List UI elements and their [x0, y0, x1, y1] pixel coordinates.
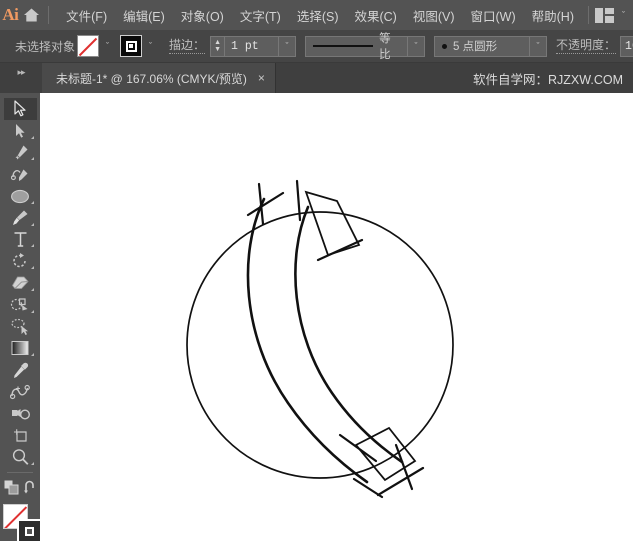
document-tab[interactable]: 未标题-1* @ 167.06% (CMYK/预览) × — [42, 63, 276, 93]
selection-status-label: 未选择对象 — [15, 39, 76, 54]
stroke-weight-stepper[interactable]: ▲ ▼ — [210, 35, 226, 57]
flyout-corner-icon — [30, 157, 34, 161]
tick-upper-left — [246, 191, 285, 217]
paintbrush-tool[interactable] — [4, 207, 37, 229]
artboard-tool[interactable] — [4, 425, 37, 447]
fill-stroke-indicator — [0, 504, 42, 541]
swap-arrow-icon[interactable] — [23, 480, 38, 499]
profile-line-preview-icon — [313, 45, 374, 47]
type-tool[interactable] — [4, 229, 37, 251]
selection-tool[interactable] — [3, 98, 37, 120]
rotate-tool[interactable] — [4, 250, 37, 272]
menu-effect[interactable]: 效果(C) — [346, 1, 404, 30]
options-bar: 未选择对象 ˇ ˇ 描边： ▲ ▼ 1 pt ˇ 等比 ˇ 5 点圆形 ˇ 不透… — [0, 30, 633, 63]
telephone-handset-artwork[interactable] — [40, 93, 633, 541]
menu-view[interactable]: 视图(V) — [405, 1, 463, 30]
brush-definition-chevron-down-icon[interactable]: ˇ — [530, 35, 548, 57]
document-canvas[interactable] — [40, 93, 633, 541]
menu-help[interactable]: 帮助(H) — [524, 1, 582, 30]
menu-bar-right: ˇ — [582, 6, 633, 24]
ai-logo-text: Ai — [2, 5, 19, 24]
watermark-text: 软件自学网：RJZXW.COM — [473, 72, 623, 87]
tick-lower-diag — [376, 466, 425, 497]
direct-selection-tool[interactable] — [4, 120, 37, 142]
flyout-corner-icon — [30, 288, 34, 292]
menu-file[interactable]: 文件(F) — [58, 1, 115, 30]
brush-definition-combo[interactable]: 5 点圆形 — [434, 35, 531, 57]
flyout-corner-icon — [30, 135, 34, 139]
menu-right-divider — [588, 6, 589, 24]
flyout-corner-icon — [30, 462, 34, 466]
flyout-corner-icon — [30, 266, 34, 270]
opacity-input[interactable]: 100 — [620, 35, 633, 57]
stroke-swatch-group: ˇ — [120, 35, 159, 57]
eraser-tool[interactable] — [4, 272, 37, 294]
menu-items: 文件(F) 编辑(E) 对象(O) 文字(T) 选择(S) 效果(C) 视图(V… — [58, 1, 582, 30]
stroke-weight-chevron-down-icon[interactable]: ˇ — [279, 35, 297, 57]
flyout-corner-icon — [30, 353, 34, 357]
close-icon[interactable]: × — [258, 72, 265, 84]
zoom-tool[interactable] — [4, 447, 37, 469]
gradient-tool[interactable] — [4, 338, 37, 360]
ai-logo-icon: Ai — [0, 0, 21, 30]
stroke-profile-control: 等比 ˇ — [305, 33, 426, 61]
document-tab-bar: ▸▸ 未标题-1* @ 167.06% (CMYK/预览) × 软件自学网：RJ… — [0, 63, 633, 93]
menu-bar: Ai 文件(F) 编辑(E) 对象(O) 文字(T) 选择(S) 效果(C) 视… — [0, 0, 633, 30]
handset-outer-arc — [246, 197, 369, 484]
stroke-weight-value[interactable]: 1 pt — [225, 35, 280, 57]
home-icon[interactable] — [21, 0, 42, 30]
stroke-weight-control: ▲ ▼ 1 pt ˇ — [210, 35, 297, 57]
menu-edit[interactable]: 编辑(E) — [115, 1, 173, 30]
workspace-chevron-down-icon[interactable]: ˇ — [622, 10, 625, 20]
illustrator-window: Ai 文件(F) 编辑(E) 对象(O) 文字(T) 选择(S) 效果(C) 视… — [0, 0, 633, 541]
artwork-circle — [186, 211, 454, 479]
stroke-swatch[interactable] — [120, 35, 143, 57]
toolbar-divider — [7, 472, 33, 474]
brush-dot-preview-icon — [442, 43, 448, 49]
curvature-tool[interactable] — [4, 163, 37, 185]
flyout-corner-icon — [30, 222, 34, 226]
flyout-corner-icon — [30, 200, 34, 204]
eyedropper-tool[interactable] — [4, 359, 37, 381]
menu-select[interactable]: 选择(S) — [289, 1, 347, 30]
stroke-weight-label[interactable]: 描边： — [169, 38, 206, 54]
shape-builder-tool[interactable] — [4, 294, 37, 316]
stroke-profile-combo[interactable]: 等比 — [305, 33, 409, 61]
lasso-tool[interactable] — [4, 316, 37, 338]
workspace-layout-icon[interactable] — [595, 7, 614, 23]
flyout-corner-icon — [30, 309, 34, 313]
blend-tool[interactable] — [4, 381, 37, 403]
symbol-sprayer-tool[interactable] — [4, 403, 37, 425]
menu-object[interactable]: 对象(O) — [173, 1, 232, 30]
opacity-label[interactable]: 不透明度： — [556, 38, 617, 54]
menu-window[interactable]: 窗口(W) — [463, 1, 524, 30]
overlap-squares-icon[interactable] — [3, 479, 20, 500]
tools-panel — [0, 93, 42, 541]
fill-swatch-group: ˇ — [77, 35, 116, 57]
flyout-corner-icon — [30, 244, 34, 248]
stroke-color-box[interactable] — [17, 519, 42, 541]
pen-tool[interactable] — [4, 142, 37, 164]
stroke-box-hole — [25, 527, 34, 537]
brush-definition-control: 5 点圆形 ˇ — [434, 35, 548, 57]
document-tab-title: 未标题-1* @ 167.06% (CMYK/预览) — [56, 71, 247, 86]
fill-swatch[interactable] — [77, 35, 100, 57]
menu-type[interactable]: 文字(T) — [232, 1, 289, 30]
ellipse-tool[interactable] — [4, 185, 37, 207]
fill-chevron-down-icon[interactable]: ˇ — [99, 35, 116, 57]
stroke-chevron-down-icon[interactable]: ˇ — [142, 35, 159, 57]
brush-definition-label: 5 点圆形 — [453, 41, 498, 53]
fill-stroke-row — [2, 479, 38, 500]
expand-panels-icon[interactable]: ▸▸ — [0, 63, 42, 93]
stroke-profile-label: 等比 — [379, 33, 391, 61]
menu-divider — [47, 6, 49, 24]
stroke-profile-chevron-down-icon[interactable]: ˇ — [408, 35, 426, 57]
